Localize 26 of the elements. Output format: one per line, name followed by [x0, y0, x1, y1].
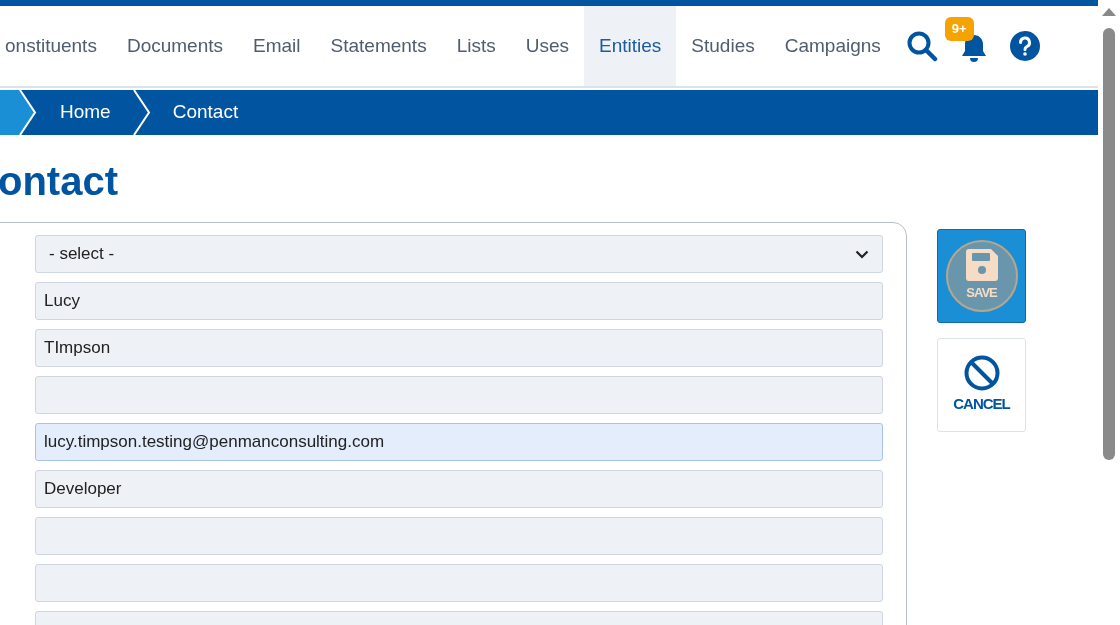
nav-tab[interactable]: Campaigns: [769, 6, 896, 86]
text-field[interactable]: Lucy: [35, 282, 883, 320]
breadcrumb-link[interactable]: Contact: [150, 90, 261, 135]
text-field[interactable]: lucy.timpson.testing@penmanconsulting.com: [35, 423, 883, 461]
help-icon[interactable]: [1009, 31, 1040, 61]
chevron-down-icon: [855, 249, 869, 259]
breadcrumb-chevron[interactable]: [0, 90, 38, 135]
text-field[interactable]: TImpson: [35, 329, 883, 367]
bell-icon[interactable]: [959, 33, 988, 63]
nav-tab[interactable]: Studies: [676, 6, 770, 86]
nav-tab[interactable]: Email: [238, 6, 316, 86]
breadcrumb-separator: [132, 90, 151, 135]
page-title: ontact: [0, 158, 119, 205]
nav-tab[interactable]: Statements: [315, 6, 442, 86]
select-field[interactable]: - select -: [35, 235, 883, 273]
nav-tab[interactable]: Uses: [510, 6, 584, 86]
search-icon[interactable]: [905, 30, 938, 62]
cancel-button[interactable]: CANCEL: [937, 338, 1026, 432]
nav-tab[interactable]: Lists: [441, 6, 511, 86]
cancel-icon: [963, 354, 1000, 391]
nav-tab[interactable]: Entities: [584, 6, 677, 86]
breadcrumb-link[interactable]: Home: [38, 90, 133, 135]
notification-badge: 9+: [944, 17, 974, 41]
nav-tab[interactable]: Documents: [111, 6, 238, 86]
nav-tab[interactable]: onstituents: [0, 6, 112, 86]
text-field[interactable]: Developer: [35, 470, 883, 508]
